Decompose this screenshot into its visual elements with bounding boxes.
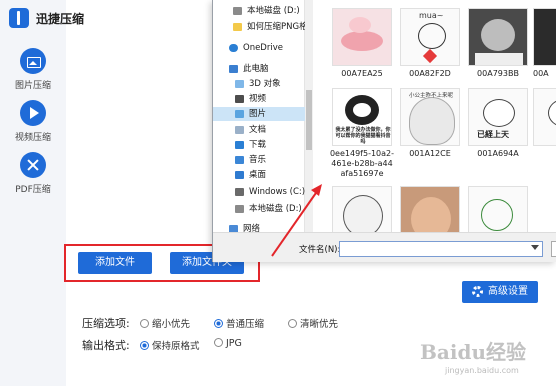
arrow-head <box>311 184 322 196</box>
red-arrow <box>271 184 322 257</box>
arrow-line <box>271 189 319 257</box>
